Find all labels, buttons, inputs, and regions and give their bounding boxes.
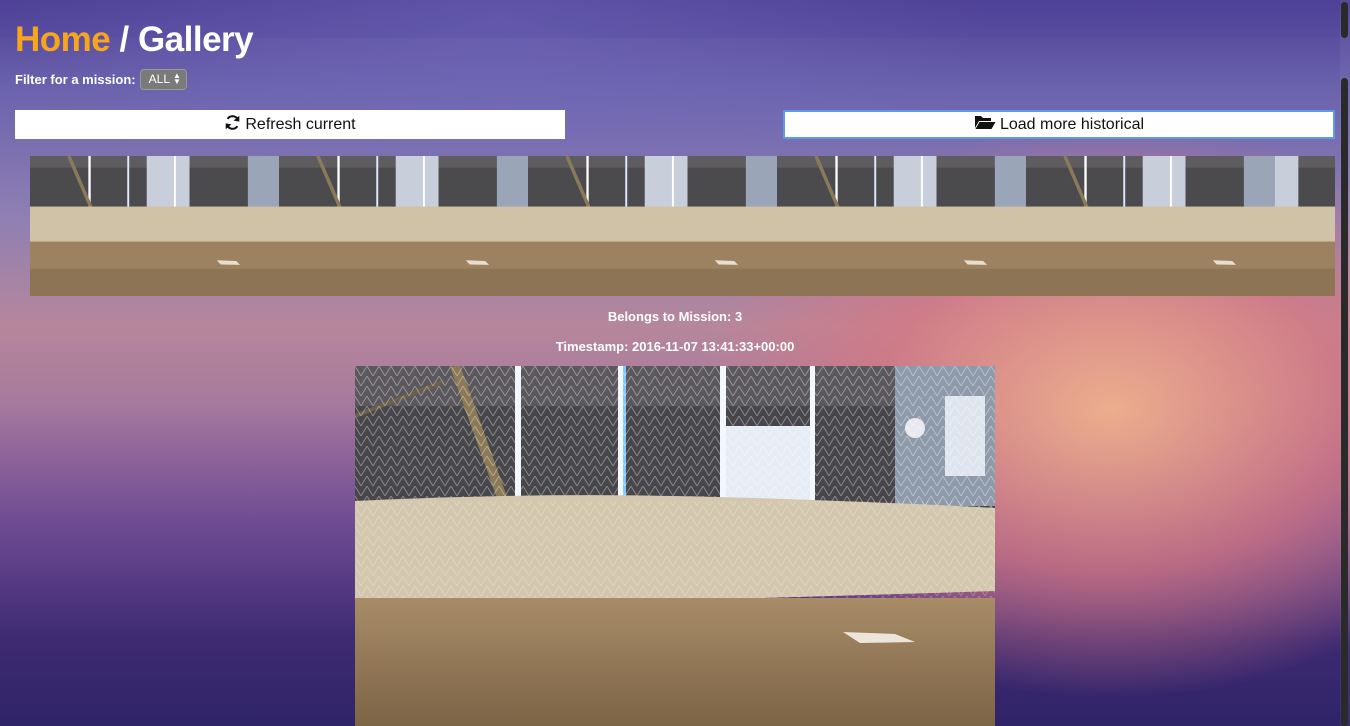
mission-info: Belongs to Mission: 3: [607, 309, 743, 324]
folder-open-icon: [974, 114, 996, 135]
thumbnail-4[interactable]: [777, 156, 1026, 296]
home-link[interactable]: Home: [15, 20, 111, 59]
thumbnail-5[interactable]: [1026, 156, 1275, 296]
breadcrumb-separator: /: [110, 20, 138, 59]
refresh-current-button[interactable]: Refresh current: [15, 110, 565, 139]
selected-photo: [355, 366, 995, 726]
thumbnail-2[interactable]: [279, 156, 528, 296]
page-title: Home / Gallery: [15, 20, 254, 60]
select-arrows-icon: ▲ ▼: [173, 71, 181, 86]
scrollbar[interactable]: [1340, 0, 1350, 726]
mission-select-value: ALL: [148, 72, 170, 86]
load-more-historical-label: Load more historical: [999, 115, 1145, 133]
gallery-title: Gallery: [137, 20, 254, 59]
load-more-historical-button[interactable]: Load more historical: [783, 110, 1335, 139]
thumbnail-3[interactable]: [528, 156, 777, 296]
scrollbar-top-thumb[interactable]: [1341, 2, 1348, 38]
mission-filter: Filter for a mission: ALL ▲ ▼: [15, 69, 187, 90]
thumbnail-strip: [30, 156, 1335, 296]
thumbnail-6[interactable]: [1275, 156, 1335, 296]
refresh-current-label: Refresh current: [245, 115, 356, 133]
thumbnail-1[interactable]: [30, 156, 279, 296]
mission-select[interactable]: ALL ▲ ▼: [139, 69, 187, 90]
refresh-icon: [224, 114, 241, 136]
filter-label: Filter for a mission:: [15, 72, 136, 87]
scrollbar-thumb[interactable]: [1341, 78, 1348, 726]
timestamp-info: Timestamp: 2016-11-07 13:41:33+00:00: [555, 339, 795, 354]
